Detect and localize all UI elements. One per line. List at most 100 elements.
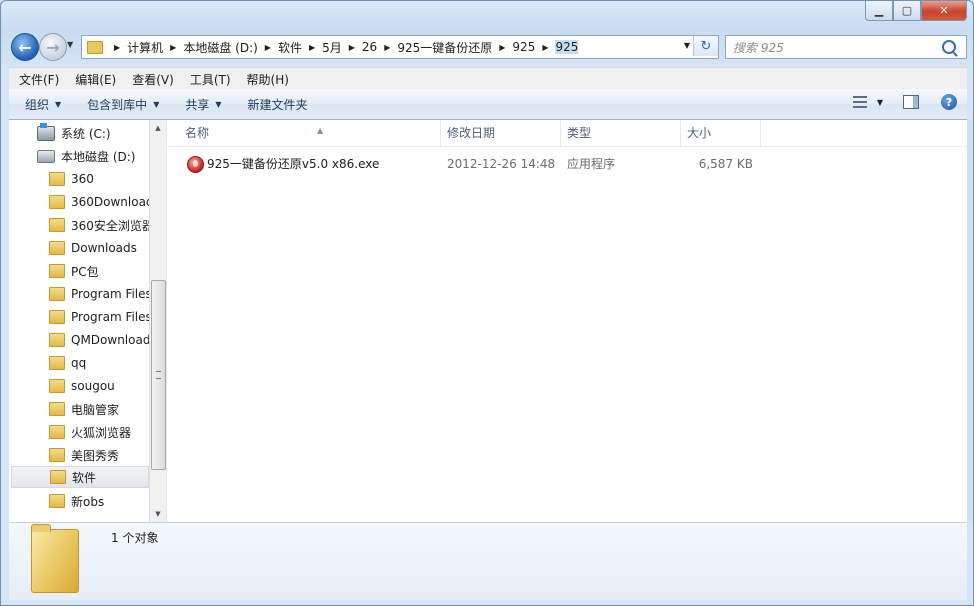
folder-icon (49, 379, 65, 393)
tree-item-label: sougou (71, 379, 115, 393)
menu-edit[interactable]: 编辑(E) (65, 71, 122, 88)
menu-tools[interactable]: 工具(T) (180, 71, 237, 88)
include-in-library-label: 包含到库中 (87, 97, 148, 112)
view-controls: ▼ ? (852, 94, 957, 110)
folder-icon (49, 195, 65, 209)
chevron-down-icon: ▼ (215, 99, 222, 109)
scroll-up-icon[interactable]: ▲ (150, 120, 166, 136)
breadcrumb-item[interactable]: ▶ 5月 (302, 36, 342, 58)
scroll-down-icon[interactable]: ▼ (150, 506, 166, 522)
application-icon (187, 156, 204, 173)
breadcrumb-label[interactable]: 26 (362, 40, 377, 54)
organize-button[interactable]: 组织 ▼ (15, 96, 71, 113)
menu-view[interactable]: 查看(V) (122, 71, 180, 88)
breadcrumb-arrow-icon[interactable]: ▶ (384, 43, 390, 52)
close-button[interactable]: ✕ (921, 1, 967, 21)
folder-icon (49, 333, 65, 347)
search-input[interactable]: 搜索 925 (725, 35, 967, 59)
share-label: 共享 (185, 97, 210, 112)
help-icon[interactable]: ? (941, 94, 957, 110)
breadcrumb-item[interactable]: ▶ 26 (342, 36, 377, 58)
breadcrumb-label[interactable]: 925一键备份还原 (397, 39, 492, 56)
search-placeholder[interactable]: 搜索 925 (733, 39, 942, 56)
column-header-name[interactable]: 名称 ▲ (179, 120, 441, 146)
item-count: 1 个对象 (111, 531, 159, 545)
breadcrumb-label[interactable]: 925 (555, 40, 579, 54)
folder-icon (49, 494, 65, 508)
folder-icon (49, 172, 65, 186)
folder-icon (31, 524, 79, 593)
file-type: 应用程序 (567, 157, 616, 171)
file-list[interactable]: 名称 ▲ 修改日期 类型 大小 925一键备份还原v5.0 x86.exe 201… (167, 120, 967, 522)
breadcrumb-item[interactable]: ▶ 925一键备份还原 (377, 36, 492, 58)
sort-ascending-icon: ▲ (317, 126, 324, 135)
change-view-icon[interactable] (852, 96, 867, 108)
file-modified: 2012-12-26 14:48 (447, 157, 556, 171)
folder-icon (49, 356, 65, 370)
address-dropdown-icon[interactable]: ▼ (684, 41, 690, 50)
window-right-border (967, 119, 973, 523)
breadcrumb-arrow-icon[interactable]: ▶ (309, 43, 315, 52)
back-button[interactable]: ← (11, 33, 39, 61)
folder-icon (49, 310, 65, 324)
folder-icon (49, 287, 65, 301)
address-bar[interactable]: ▶ 计算机 ▶ 本地磁盘 (D:) ▶ 软件 ▶ 5月 ▶ 26 ▶ 925一键备份还原 ▶… (81, 35, 719, 59)
view-options-dropdown-icon[interactable]: ▼ (877, 98, 883, 107)
breadcrumb-item-current[interactable]: ▶ 925 (535, 36, 579, 58)
breadcrumb-label[interactable]: 软件 (278, 39, 302, 56)
tree-item-folder-selected[interactable]: 软件 (11, 466, 149, 488)
grip-icon (156, 371, 161, 379)
include-in-library-button[interactable]: 包含到库中 ▼ (77, 96, 169, 113)
new-folder-button[interactable]: 新建文件夹 (238, 96, 318, 113)
breadcrumb-arrow-icon[interactable]: ▶ (265, 43, 271, 52)
forward-button[interactable]: → (39, 33, 67, 61)
preview-pane-icon[interactable] (903, 95, 919, 109)
menu-file[interactable]: 文件(F) (9, 71, 65, 88)
share-button[interactable]: 共享 ▼ (175, 96, 231, 113)
tree-item-label: 软件 (72, 470, 97, 485)
breadcrumb-item[interactable]: ▶ 本地磁盘 (D:) (163, 36, 258, 58)
breadcrumb-item[interactable]: ▶ 软件 (258, 36, 302, 58)
navigation-pane[interactable]: 系统 (C:) 本地磁盘 (D:) 360 360Downloads 360安全… (9, 120, 167, 522)
breadcrumb-arrow-icon[interactable]: ▶ (499, 43, 505, 52)
file-name[interactable]: 925一键备份还原v5.0 x86.exe (207, 153, 379, 175)
column-headers: 名称 ▲ 修改日期 类型 大小 (167, 120, 967, 147)
breadcrumb-label[interactable]: 925 (512, 40, 535, 54)
explorer-window: ▁ ▢ ✕ ← → ▼ ▶ 计算机 ▶ 本地磁盘 (D:) ▶ 软件 ▶ 5月 ▶ 26 … (0, 0, 974, 606)
organize-label: 组织 (25, 97, 50, 112)
breadcrumb-arrow-icon[interactable]: ▶ (114, 43, 120, 52)
recent-pages-dropdown[interactable]: ▼ (67, 40, 73, 49)
folder-icon (49, 264, 65, 278)
folder-icon (49, 448, 65, 462)
breadcrumb-item[interactable]: ▶ 计算机 (107, 36, 163, 58)
breadcrumb-arrow-icon[interactable]: ▶ (170, 43, 176, 52)
column-header-modified[interactable]: 修改日期 (441, 120, 561, 146)
tree-item-label: 新obs (71, 494, 105, 509)
tree-item-system-drive[interactable]: 系统 (C:) (37, 122, 166, 144)
file-row[interactable]: 925一键备份还原v5.0 x86.exe 2012-12-26 14:48 应… (179, 153, 779, 175)
breadcrumb-label[interactable]: 计算机 (127, 39, 163, 56)
breadcrumb-arrow-icon[interactable]: ▶ (349, 43, 355, 52)
nav-pane-scrollbar[interactable]: ▲ ▼ (149, 120, 166, 522)
column-header-size[interactable]: 大小 (681, 120, 761, 146)
breadcrumb-item[interactable]: ▶ 925 (492, 36, 535, 58)
scrollbar-thumb[interactable] (151, 280, 166, 470)
breadcrumb-arrow-icon[interactable]: ▶ (542, 43, 548, 52)
navigation-bar: ← → ▼ ▶ 计算机 ▶ 本地磁盘 (D:) ▶ 软件 ▶ 5月 ▶ 26 ▶ 925一键… (9, 31, 967, 61)
minimize-button[interactable]: ▁ (865, 1, 893, 21)
chevron-down-icon: ▼ (55, 99, 62, 109)
maximize-button[interactable]: ▢ (893, 1, 921, 21)
breadcrumb-label[interactable]: 5月 (322, 39, 342, 56)
tree-item-label: 360Downloads (71, 195, 160, 209)
tree-item-label: 火狐浏览器 (71, 425, 132, 440)
search-icon[interactable] (942, 40, 956, 54)
tree-item-local-disk[interactable]: 本地磁盘 (D:) (37, 145, 166, 167)
breadcrumb-label[interactable]: 本地磁盘 (D:) (183, 39, 257, 56)
file-size: 6,587 KB (698, 157, 753, 171)
tree-item-label: 360 (71, 172, 94, 186)
new-folder-label: 新建文件夹 (247, 97, 308, 112)
column-header-type[interactable]: 类型 (561, 120, 681, 146)
menu-help[interactable]: 帮助(H) (237, 71, 295, 88)
column-header-label: 大小 (687, 126, 712, 140)
refresh-button[interactable]: ↻ (693, 36, 718, 56)
